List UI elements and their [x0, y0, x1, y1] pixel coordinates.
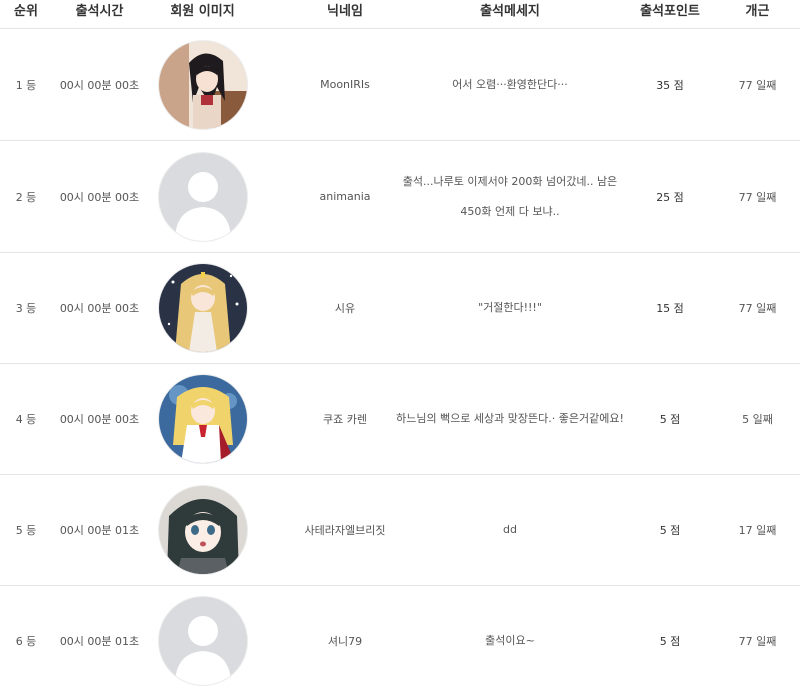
points-value: 5 점: [659, 412, 681, 426]
message-text: dd: [503, 522, 517, 536]
header-avatar: 회원 이미지: [170, 4, 235, 19]
points-value: 25 점: [656, 190, 684, 204]
avatar-cell: [150, 363, 255, 474]
message-cell: 어서 오렴···환영한단다···: [385, 29, 635, 140]
anime-girl-blonde-avatar[interactable]: [157, 262, 248, 353]
rank-cell: 2 등: [15, 190, 37, 204]
points-value: 35 점: [656, 78, 684, 92]
message-cell: 출석...나루토 이제서야 200화 넘어갔네.. 남은 450화 언제 다 보…: [385, 141, 635, 252]
streak-cell: 77 일째: [738, 301, 777, 315]
header-rank: 순위: [14, 4, 38, 19]
avatar-cell: [150, 474, 255, 585]
anime-girl-blonde-red-avatar[interactable]: [157, 373, 248, 464]
points-cell: 15 점: [630, 252, 710, 363]
points-value: 5 점: [659, 634, 681, 648]
avatar-cell: [150, 29, 255, 140]
table-row: 4 등 00시 00분 00초 쿠죠 카렌 하느님의 뻑으로 세상과 맞장뜬다.…: [0, 363, 800, 475]
rank-cell: 1 등: [15, 78, 37, 92]
message-cell: 출석이요~: [385, 585, 635, 696]
table-header: 순위 출석시간 회원 이미지 닉네임 출석메세지 출석포인트 개근: [0, 0, 800, 29]
message-text: 어서 오렴···환영한단다···: [452, 77, 568, 91]
message-cell: dd: [385, 474, 635, 585]
points-value: 15 점: [656, 301, 684, 315]
table-row: 5 등 00시 00분 01초 사테라자엘브리짓 dd 5 점 17 일째: [0, 474, 800, 586]
time-cell: 00시 00분 00초: [59, 301, 140, 315]
message-cell: 하느님의 뻑으로 세상과 맞장뜬다.· 좋은거같에요!: [385, 363, 635, 474]
streak-cell: 77 일째: [738, 634, 777, 648]
header-points: 출석포인트: [640, 4, 700, 19]
time-cell: 00시 00분 00초: [59, 190, 140, 204]
streak-cell: 77 일째: [738, 78, 777, 92]
points-cell: 5 점: [630, 363, 710, 474]
points-cell: 5 점: [630, 474, 710, 585]
points-value: 5 점: [659, 523, 681, 537]
rank-cell: 6 등: [15, 634, 37, 648]
rank-cell: 5 등: [15, 523, 37, 537]
rank-cell: 3 등: [15, 301, 37, 315]
attendance-ranking-table: 순위 출석시간 회원 이미지 닉네임 출석메세지 출석포인트 개근 1 등 00…: [0, 0, 800, 691]
header-time: 출석시간: [75, 4, 124, 19]
time-cell: 00시 00분 00초: [59, 78, 140, 92]
points-cell: 25 점: [630, 141, 710, 252]
avatar-cell: [150, 141, 255, 252]
message-cell: "거절한다!!!": [385, 252, 635, 363]
message-text: 하느님의 뻑으로 세상과 맞장뜬다.· 좋은거같에요!: [396, 411, 624, 425]
avatar-cell: [150, 585, 255, 696]
time-cell: 00시 00분 01초: [59, 634, 140, 648]
table-row: 2 등 00시 00분 00초 animania 출석...나루토 이제서야 2…: [0, 141, 800, 253]
time-cell: 00시 00분 00초: [59, 412, 140, 426]
table-row: 6 등 00시 00분 01초 셔니79 출석이요~ 5 점 77 일째: [0, 585, 800, 696]
table-row: 3 등 00시 00분 00초 시유 "거절한다!!!" 15 점 77 일째: [0, 252, 800, 364]
header-message: 출석메세지: [480, 4, 540, 19]
message-text: "거절한다!!!": [478, 300, 542, 314]
default-user-avatar[interactable]: [157, 595, 248, 686]
header-streak: 개근: [745, 4, 770, 19]
message-text: 출석...나루토 이제서야 200화 넘어갔네.. 남은 450화 언제 다 보…: [402, 174, 618, 218]
rank-cell: 4 등: [15, 412, 37, 426]
streak-cell: 77 일째: [738, 190, 777, 204]
default-user-avatar[interactable]: [157, 151, 248, 242]
streak-cell: 17 일째: [738, 523, 777, 537]
message-text: 출석이요~: [485, 633, 535, 647]
anime-girl-dark-teal-avatar[interactable]: [157, 484, 248, 575]
avatar-cell: [150, 252, 255, 363]
points-cell: 5 점: [630, 585, 710, 696]
points-cell: 35 점: [630, 29, 710, 140]
streak-cell: 5 일째: [742, 412, 773, 426]
table-row: 1 등 00시 00분 00초 MoonIRIs 어서 오렴···환영한단다··…: [0, 29, 800, 141]
anime-girl-dark-hair-avatar[interactable]: [157, 39, 248, 130]
time-cell: 00시 00분 01초: [59, 523, 140, 537]
